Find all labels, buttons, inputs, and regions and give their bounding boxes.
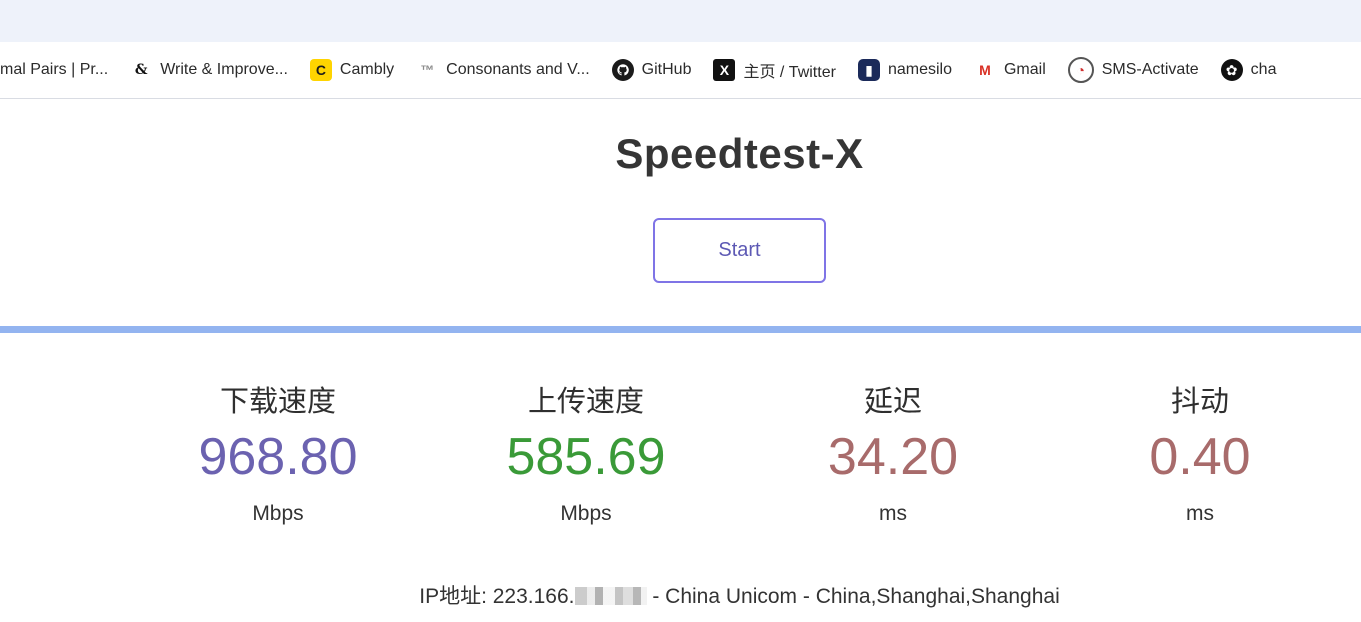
jitter-value: 0.40 [1149,428,1251,486]
latency-unit: ms [879,502,907,525]
start-button[interactable]: Start [653,218,826,283]
latency-metric: 延迟 34.20 ms [773,380,1013,526]
start-button-label: Start [718,239,761,261]
bookmark-twitter[interactable]: X 主页 / Twitter [705,53,845,87]
bookmark-namesilo[interactable]: ▮ namesilo [850,53,962,87]
bookmark-cambly[interactable]: C Cambly [302,53,404,87]
bookmark-chatgpt[interactable]: ✿ cha [1213,53,1287,87]
download-unit: Mbps [252,502,304,525]
upload-metric: 上传速度 585.69 Mbps [466,380,706,526]
bookmarks-bar: mal Pairs | Pr... & Write & Improve... C… [0,42,1361,99]
bookmark-minimal-pairs[interactable]: mal Pairs | Pr... [0,53,118,87]
ip-info: IP地址: 223.166. - China Unicom - China,Sh… [0,580,1361,610]
bookmark-label: mal Pairs | Pr... [0,61,109,78]
download-value: 968.80 [198,428,358,486]
namesilo-icon: ▮ [857,59,880,81]
bookmark-gmail[interactable]: M Gmail [966,53,1056,87]
browser-top-strip [0,0,1361,42]
bookmark-github[interactable]: GitHub [604,53,702,87]
upload-label: 上传速度 [527,386,644,418]
upload-value: 585.69 [506,428,666,486]
consonants-site-icon: ™ [420,62,434,78]
bookmarks-list: mal Pairs | Pr... & Write & Improve... C… [0,42,1290,98]
latency-value: 34.20 [827,428,959,486]
bookmark-label: GitHub [641,61,692,78]
jitter-label: 抖动 [1170,386,1229,418]
x-twitter-icon: X [713,59,736,81]
bookmark-write-improve[interactable]: & Write & Improve... [122,53,298,87]
test-progress-fill [0,326,1361,333]
bookmark-label: cha [1250,61,1277,78]
bookmark-label: namesilo [887,61,952,78]
bookmark-label: Write & Improve... [160,61,288,78]
cambly-icon: C [309,59,332,81]
sms-activate-icon: ◔ [1067,57,1094,83]
bookmark-consonants[interactable]: ™ Consonants and V... [408,53,600,87]
jitter-metric: 抖动 0.40 ms [1080,380,1320,526]
ip-info-prefix: IP地址: 223.166. [419,585,575,608]
gmail-icon: M [979,62,991,78]
upload-unit: Mbps [560,502,612,525]
ip-info-suffix: - China Unicom - China,Shanghai,Shanghai [646,585,1060,608]
ip-redaction-mask [574,587,647,605]
bookmark-label: Consonants and V... [446,61,590,78]
download-metric: 下载速度 968.80 Mbps [158,380,398,526]
test-progress-bar [0,326,1361,333]
chatgpt-icon: ✿ [1220,59,1243,81]
bookmark-sms-activate[interactable]: ◔ SMS-Activate [1060,53,1209,87]
jitter-unit: ms [1186,502,1214,525]
bookmark-label: Gmail [1003,61,1046,78]
bookmark-label: 主页 / Twitter [743,64,836,81]
page-title: Speedtest-X [615,130,864,177]
ampersand-icon: & [134,62,148,78]
bookmark-label: Cambly [339,61,395,78]
bookmark-label: SMS-Activate [1101,61,1199,78]
github-icon [611,59,634,81]
latency-label: 延迟 [863,386,922,418]
download-label: 下载速度 [219,386,336,418]
